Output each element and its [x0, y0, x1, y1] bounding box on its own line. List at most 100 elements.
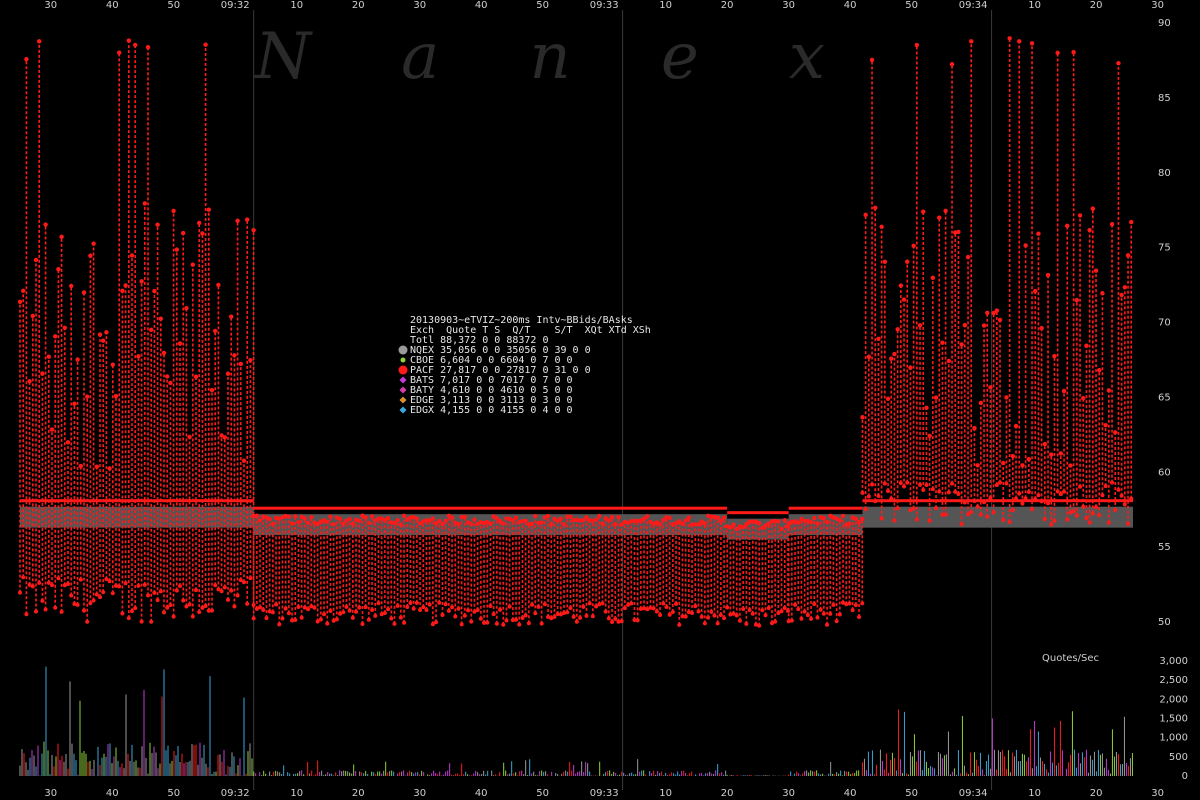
price-dot: [235, 218, 240, 223]
price-dot: [853, 603, 858, 608]
price-dot: [56, 266, 61, 272]
price-dot: [1065, 223, 1070, 229]
price-dot: [1090, 206, 1096, 211]
price-dot: [475, 608, 480, 613]
price-dot: [837, 612, 842, 617]
price-dot: [370, 607, 375, 612]
price-dot: [876, 494, 881, 499]
price-dot: [187, 602, 192, 607]
price-dot: [882, 481, 887, 486]
price-dot: [456, 521, 461, 527]
price-dot: [1049, 452, 1054, 457]
price-dot: [712, 613, 717, 618]
price-dot: [62, 325, 67, 331]
x-tick-label-bottom: 30: [44, 788, 57, 799]
price-dot: [395, 603, 400, 608]
price-dot: [529, 521, 535, 527]
price-dot: [210, 608, 214, 613]
price-dot: [366, 617, 371, 622]
price-dot: [75, 357, 80, 362]
price-dot: [494, 621, 499, 626]
price-dot: [927, 518, 932, 523]
price-dot: [1061, 388, 1067, 394]
price-dot: [533, 514, 538, 519]
price-dot: [934, 506, 939, 511]
legend-row: EDGX 4,155 0 0 4155 0 4 0 0: [410, 405, 573, 416]
price-dot: [969, 510, 974, 515]
price-dot: [110, 591, 115, 596]
x-tick-label-top: 10: [659, 0, 672, 11]
price-dot: [1129, 496, 1134, 501]
price-dot: [1078, 484, 1083, 489]
price-dot: [757, 623, 762, 628]
price-dot: [155, 222, 160, 227]
price-dot: [219, 589, 224, 594]
x-axis-top-ticks: 30 40 50 09:32 10 20 30 40 50 09:33 10 20 30 40 50 09:3…: [44, 0, 1164, 11]
price-dot: [879, 224, 884, 229]
price-dot: [56, 576, 61, 581]
volume-y-tick-label: 1,500: [1159, 714, 1188, 725]
price-dot: [530, 602, 535, 607]
price-dot: [88, 601, 93, 606]
price-dot: [181, 598, 186, 603]
price-dot: [796, 607, 801, 612]
price-dot: [603, 609, 608, 614]
price-dot: [43, 222, 48, 227]
price-dot: [149, 327, 154, 333]
price-dot: [699, 614, 704, 619]
price-dot: [187, 434, 192, 440]
price-dot: [261, 607, 266, 612]
price-dot: [408, 601, 413, 606]
price-band-edge: [253, 506, 728, 510]
price-dot: [785, 608, 790, 613]
price-dot: [1071, 49, 1076, 55]
price-dot: [1097, 367, 1102, 373]
price-dot: [1097, 513, 1102, 518]
price-dot: [1014, 496, 1019, 501]
price-dot: [504, 618, 509, 623]
price-dot: [885, 396, 891, 401]
price-dot: [325, 621, 330, 626]
price-dot: [158, 316, 163, 321]
price-dot: [296, 605, 301, 610]
price-dot: [1094, 505, 1099, 510]
price-dot: [1081, 396, 1086, 401]
price-dot: [369, 514, 375, 519]
price-dot: [825, 622, 830, 627]
price-dot: [552, 614, 557, 619]
price-dot: [651, 606, 656, 611]
price-dot: [440, 521, 445, 527]
price-dot: [616, 515, 621, 520]
price-dot: [609, 514, 615, 520]
price-dot: [469, 521, 474, 527]
price-dot: [443, 602, 448, 607]
price-dot: [328, 514, 333, 519]
price-dot: [950, 481, 955, 486]
price-dot: [917, 323, 923, 328]
x-tick-label-top: 30: [1151, 0, 1164, 11]
price-dot: [69, 593, 74, 598]
price-dot: [174, 588, 179, 593]
price-dot: [956, 229, 961, 235]
price-dot: [857, 615, 862, 620]
price-dot: [578, 615, 583, 620]
price-dot: [235, 593, 240, 598]
price-dot: [533, 611, 538, 616]
price-y-tick-label: 60: [1158, 467, 1171, 478]
price-dot: [782, 605, 787, 610]
price-dot: [507, 604, 512, 609]
price-dot: [863, 507, 868, 512]
price-dot: [902, 484, 907, 489]
x-tick-label-bottom: 09:33: [590, 788, 619, 799]
price-dot: [203, 42, 208, 47]
price-dot: [1125, 253, 1131, 258]
price-dot: [94, 464, 100, 469]
price-dot: [197, 610, 202, 615]
price-dot: [901, 297, 907, 302]
price-dot: [1103, 484, 1108, 489]
price-dot: [1020, 501, 1025, 506]
price-dot: [286, 514, 292, 519]
price-dot: [197, 220, 202, 226]
price-dot: [1074, 513, 1079, 518]
x-tick-label-bottom: 10: [659, 788, 672, 799]
